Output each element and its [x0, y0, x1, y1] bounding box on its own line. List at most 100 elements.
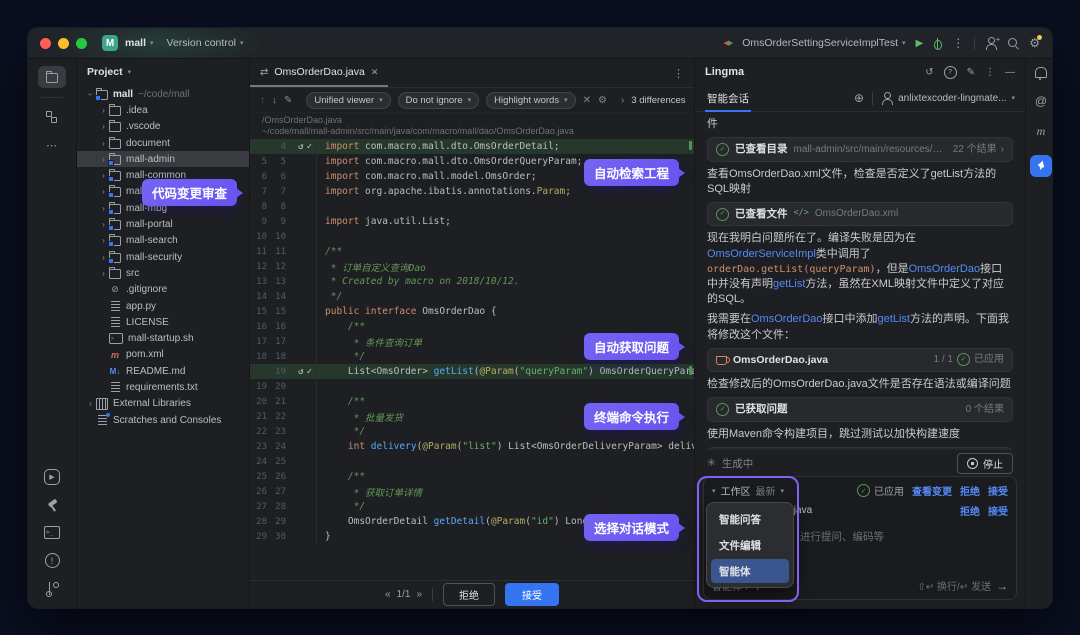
more-tools-button[interactable]: ⋯ — [38, 134, 66, 156]
code-line-added[interactable]: 4↺✓import com.macro.mall.dto.OmsOrderDet… — [250, 139, 694, 154]
code-line[interactable]: 1313 * Created by macro on 2018/10/12. — [250, 274, 694, 289]
code-line[interactable]: 1616 /** — [250, 319, 694, 334]
stop-button[interactable]: 停止 — [957, 453, 1013, 474]
accept-all-link[interactable]: 接受 — [988, 483, 1008, 498]
mentions-icon[interactable]: @ — [1035, 94, 1047, 108]
tree-item[interactable]: ›.vscode — [77, 119, 249, 135]
tool-call-card[interactable]: ✓已查看目录mall-admin/src/main/resources/dao2… — [707, 137, 1013, 161]
code-reference-link[interactable]: OmsOrderDao — [909, 263, 981, 275]
tree-item[interactable]: mpom.xml — [77, 347, 249, 363]
workspace-label[interactable]: 工作区 — [721, 483, 751, 498]
tree-item[interactable]: >mall-startup.sh — [77, 330, 249, 346]
account-select[interactable]: anlixtexcoder-lingmate... ▾ — [881, 92, 1015, 104]
tree-item[interactable]: Scratches and Consoles — [77, 412, 249, 428]
project-tool-button[interactable] — [38, 66, 66, 88]
tree-item[interactable]: LICENSE — [77, 314, 249, 330]
tab-smart-chat[interactable]: 智能会话 — [705, 85, 751, 111]
view-changes-link[interactable]: 查看变更 — [912, 483, 952, 498]
tree-item[interactable]: ›mall-admin — [77, 151, 249, 167]
structure-tool-button[interactable] — [38, 106, 66, 128]
whitespace-ignore-select[interactable]: Do not ignore▾ — [398, 92, 480, 109]
more-icon[interactable]: ⋮ — [985, 67, 995, 78]
tool-call-card[interactable]: ✓已获取问题0 个结果 — [707, 397, 1013, 421]
accept-file-link[interactable]: 接受 — [988, 503, 1008, 518]
build-tool-button[interactable] — [46, 499, 59, 512]
chevron-collapsed-icon[interactable]: › — [98, 269, 109, 278]
code-line[interactable]: 2627 * 获取订单详情 — [250, 484, 694, 499]
code-reference-link[interactable]: OmsOrderServiceImpl — [707, 248, 816, 260]
new-chat-icon[interactable]: ✎ — [967, 67, 975, 78]
code-line[interactable]: 88 — [250, 199, 694, 214]
collapse-icon[interactable]: ✕ — [583, 95, 591, 106]
reject-all-link[interactable]: 拒绝 — [960, 483, 980, 498]
tab-options-button[interactable]: ⋮ — [673, 67, 684, 80]
tree-item[interactable]: requirements.txt — [77, 379, 249, 395]
tree-item[interactable]: ›External Libraries — [77, 396, 249, 412]
chevron-collapsed-icon[interactable]: › — [98, 106, 109, 115]
tree-item[interactable]: ›mall~/code/mall — [77, 86, 249, 102]
services-tool-button[interactable]: ▶ — [44, 469, 60, 485]
next-file-button[interactable]: » — [416, 589, 422, 600]
chevron-collapsed-icon[interactable]: › — [85, 399, 96, 408]
chevron-right-icon[interactable]: › — [621, 95, 624, 106]
minimize-icon[interactable]: — — [1005, 67, 1015, 78]
chevron-down-icon[interactable]: ▾ — [781, 487, 785, 495]
chevron-expanded-icon[interactable]: › — [86, 89, 95, 100]
settings-button[interactable]: ⚙ — [1029, 37, 1040, 49]
code-line[interactable]: 1414 */ — [250, 289, 694, 304]
next-change-button[interactable]: ↓ — [272, 95, 277, 106]
accept-button[interactable]: 接受 — [505, 583, 559, 606]
check-icon[interactable]: ✓ — [307, 367, 312, 377]
run-configuration-select[interactable]: OmsOrderSettingServiceImplTest▾ — [742, 37, 905, 49]
workspace-latest[interactable]: 最新 — [756, 483, 776, 498]
code-line[interactable]: 77import org.apache.ibatis.annotations.P… — [250, 184, 694, 199]
chevron-collapsed-icon[interactable]: › — [98, 122, 109, 131]
mode-dropdown-item[interactable]: 智能问答 — [711, 507, 789, 531]
undo-icon[interactable]: ↺ — [298, 367, 303, 377]
diff-settings-button[interactable]: ⚙ — [598, 95, 607, 106]
code-line[interactable]: 99import java.util.List; — [250, 214, 694, 229]
window-zoom-button[interactable] — [76, 38, 87, 49]
tree-item[interactable]: ›mall-search — [77, 233, 249, 249]
new-session-button[interactable]: ⊕ — [854, 92, 864, 104]
window-minimize-button[interactable] — [58, 38, 69, 49]
tree-item[interactable]: ›.idea — [77, 102, 249, 118]
tree-item[interactable]: M↓README.md — [77, 363, 249, 379]
reject-button[interactable]: 拒绝 — [443, 583, 495, 606]
run-button[interactable]: ▶ — [916, 38, 924, 49]
highlight-mode-select[interactable]: Highlight words▾ — [486, 92, 575, 109]
tree-item[interactable]: ⊘.gitignore — [77, 282, 249, 298]
notifications-icon[interactable] — [1035, 67, 1047, 78]
prev-file-button[interactable]: « — [385, 589, 391, 600]
code-line[interactable]: 1111/** — [250, 244, 694, 259]
tree-item[interactable]: ›mall-portal — [77, 216, 249, 232]
tree-item[interactable]: ›mall-security — [77, 249, 249, 265]
mode-dropdown-item[interactable]: 智能体 — [711, 559, 789, 583]
window-close-button[interactable] — [40, 38, 51, 49]
terminal-tool-button[interactable]: >_ — [44, 526, 60, 539]
viewer-mode-select[interactable]: Unified viewer▾ — [306, 92, 390, 109]
mode-dropdown-item[interactable]: 文件编辑 — [711, 533, 789, 557]
problems-tool-button[interactable]: ! — [45, 553, 60, 568]
git-branch-button[interactable] — [49, 582, 60, 595]
code-reference-link[interactable]: getList — [773, 278, 805, 290]
code-line[interactable]: 2728 */ — [250, 499, 694, 514]
chevron-collapsed-icon[interactable]: › — [98, 139, 109, 148]
tree-item[interactable]: ›document — [77, 135, 249, 151]
tree-item[interactable]: app.py — [77, 298, 249, 314]
vcs-menu[interactable]: Version control▾ — [167, 37, 244, 49]
add-user-button[interactable]: + — [985, 37, 997, 49]
close-icon[interactable]: ✕ — [371, 67, 379, 78]
prev-change-button[interactable]: ↑ — [260, 95, 265, 106]
help-icon[interactable]: ? — [944, 66, 957, 79]
code-line[interactable]: 2324 int delivery(@Param("list") List<Om… — [250, 439, 694, 454]
editor-tab[interactable]: ⇄ OmsOrderDao.java ✕ — [250, 59, 388, 87]
undo-icon[interactable]: ↺ — [298, 142, 303, 152]
code-line[interactable]: 1212 * 订单自定义查询Dao — [250, 259, 694, 274]
maven-tool-icon[interactable]: m — [1037, 124, 1046, 139]
send-icon[interactable]: → — [996, 579, 1008, 593]
code-line-added[interactable]: 19↺✓ List<OmsOrder> getList(@Param("quer… — [250, 364, 694, 379]
tree-item[interactable]: ›src — [77, 265, 249, 281]
code-line[interactable]: 1920 — [250, 379, 694, 394]
check-icon[interactable]: ✓ — [307, 142, 312, 152]
